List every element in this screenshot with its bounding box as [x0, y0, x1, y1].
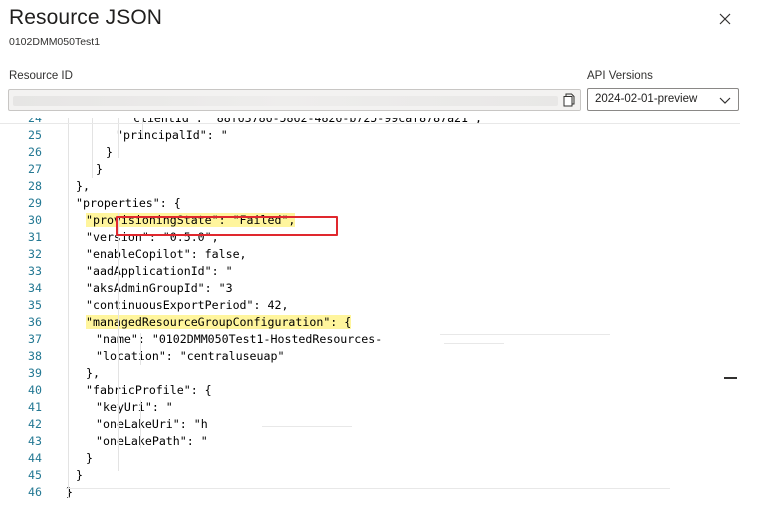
api-version-value: 2024-02-01-preview [595, 93, 698, 105]
resource-id-value [13, 96, 558, 106]
editor-divider [66, 488, 670, 489]
code-line: 36 "managedResourceGroupConfiguration": { [0, 315, 740, 332]
line-number: 42 [28, 417, 42, 431]
code-text: }, [76, 179, 90, 193]
code-line: 40 "fabricProfile": { [0, 383, 740, 400]
line-number: 31 [28, 230, 42, 244]
line-number: 45 [28, 468, 42, 482]
close-button[interactable] [712, 8, 738, 30]
indent-guide [68, 118, 69, 498]
code-line: 29 "properties": { [0, 196, 740, 213]
code-text: "oneLakePath": " [96, 434, 208, 448]
page-title: Resource JSON [9, 6, 163, 29]
json-editor[interactable]: 24 "clientId": "88f63786-5862-4826-b725-9… [0, 118, 740, 520]
code-line: 39}, [0, 366, 740, 383]
code-line: 37 "name": "0102DMM050Test1-HostedResourc… [0, 332, 740, 349]
redacted-region [262, 426, 352, 427]
code-text: "properties": { [76, 196, 181, 210]
chevron-down-icon [719, 97, 731, 104]
code-line: 41 "keyUri": " [0, 400, 740, 417]
code-text: "fabricProfile": { [86, 383, 212, 397]
code-line: 28}, [0, 179, 740, 196]
line-number: 27 [28, 162, 42, 176]
code-line: 33 "aadApplicationId": " [0, 264, 740, 281]
code-line: 35 "continuousExportPeriod": 42, [0, 298, 740, 315]
code-text: "managedResourceGroupConfiguration": { [86, 315, 352, 329]
line-number: 35 [28, 298, 42, 312]
copy-icon [563, 93, 575, 107]
code-text: "aksAdminGroupId": "3 [86, 281, 233, 295]
api-version-select[interactable]: 2024-02-01-preview [587, 88, 739, 111]
line-number: 25 [28, 128, 42, 142]
indent-guide [140, 333, 141, 365]
resource-name-subtitle: 0102DMM050Test1 [9, 36, 101, 48]
code-text: "name": "0102DMM050Test1-HostedResources… [96, 332, 383, 346]
code-line: 44} [0, 451, 740, 468]
code-text: "oneLakeUri": "h [96, 417, 208, 431]
line-number: 41 [28, 400, 42, 414]
close-icon [719, 13, 731, 25]
line-number: 46 [28, 485, 42, 499]
line-number: 39 [28, 366, 42, 380]
line-number: 44 [28, 451, 42, 465]
line-number: 33 [28, 264, 42, 278]
code-line: 34 "aksAdminGroupId": "3 [0, 281, 740, 298]
code-text: "enableCopilot": false, [86, 247, 247, 261]
line-number: 30 [28, 213, 42, 227]
code-text: "principalId": " [116, 128, 228, 142]
minimap-collapse-icon[interactable] [724, 377, 737, 379]
line-number: 40 [28, 383, 42, 397]
code-text: } [86, 451, 93, 465]
line-number: 29 [28, 196, 42, 210]
code-text: "continuousExportPeriod": 42, [86, 298, 289, 312]
resource-id-field[interactable] [8, 89, 581, 111]
line-number: 38 [28, 349, 42, 363]
code-text: "keyUri": " [96, 400, 173, 414]
code-line: 45} [0, 468, 740, 485]
code-line: 31 "version": "0.5.0", [0, 230, 740, 247]
code-line: 38 "location": "centraluseuap" [0, 349, 740, 366]
redacted-region [444, 343, 504, 344]
line-number: 43 [28, 434, 42, 448]
code-text: "version": "0.5.0", [86, 230, 219, 244]
resource-id-label: Resource ID [9, 70, 73, 82]
code-line: 27} [0, 162, 740, 179]
indent-guide [92, 118, 93, 178]
editor-divider [0, 123, 740, 124]
line-number: 37 [28, 332, 42, 346]
line-number: 34 [28, 281, 42, 295]
line-number: 36 [28, 315, 42, 329]
indent-guide [142, 118, 143, 138]
copy-button[interactable] [558, 90, 580, 110]
line-number: 26 [28, 145, 42, 159]
code-text: }, [86, 366, 100, 380]
code-text: "location": "centraluseuap" [96, 349, 285, 363]
line-number: 32 [28, 247, 42, 261]
code-text: } [76, 468, 83, 482]
code-line: 43 "oneLakePath": " [0, 434, 740, 451]
code-line: 30 "provisioningState": "Failed", [0, 213, 740, 230]
code-line: 26} [0, 145, 740, 162]
code-line: 42 "oneLakeUri": "h [0, 417, 740, 434]
api-versions-label: API Versions [587, 70, 653, 82]
indent-guide [140, 400, 141, 448]
redacted-region [440, 334, 610, 335]
indent-guide [118, 118, 119, 158]
code-text: "aadApplicationId": " [86, 264, 233, 278]
code-text: } [106, 145, 113, 159]
line-number: 28 [28, 179, 42, 193]
code-line: 25 "principalId": " [0, 128, 740, 145]
code-line: 32 "enableCopilot": false, [0, 247, 740, 264]
code-text: } [96, 162, 103, 176]
indent-guide [118, 213, 119, 471]
